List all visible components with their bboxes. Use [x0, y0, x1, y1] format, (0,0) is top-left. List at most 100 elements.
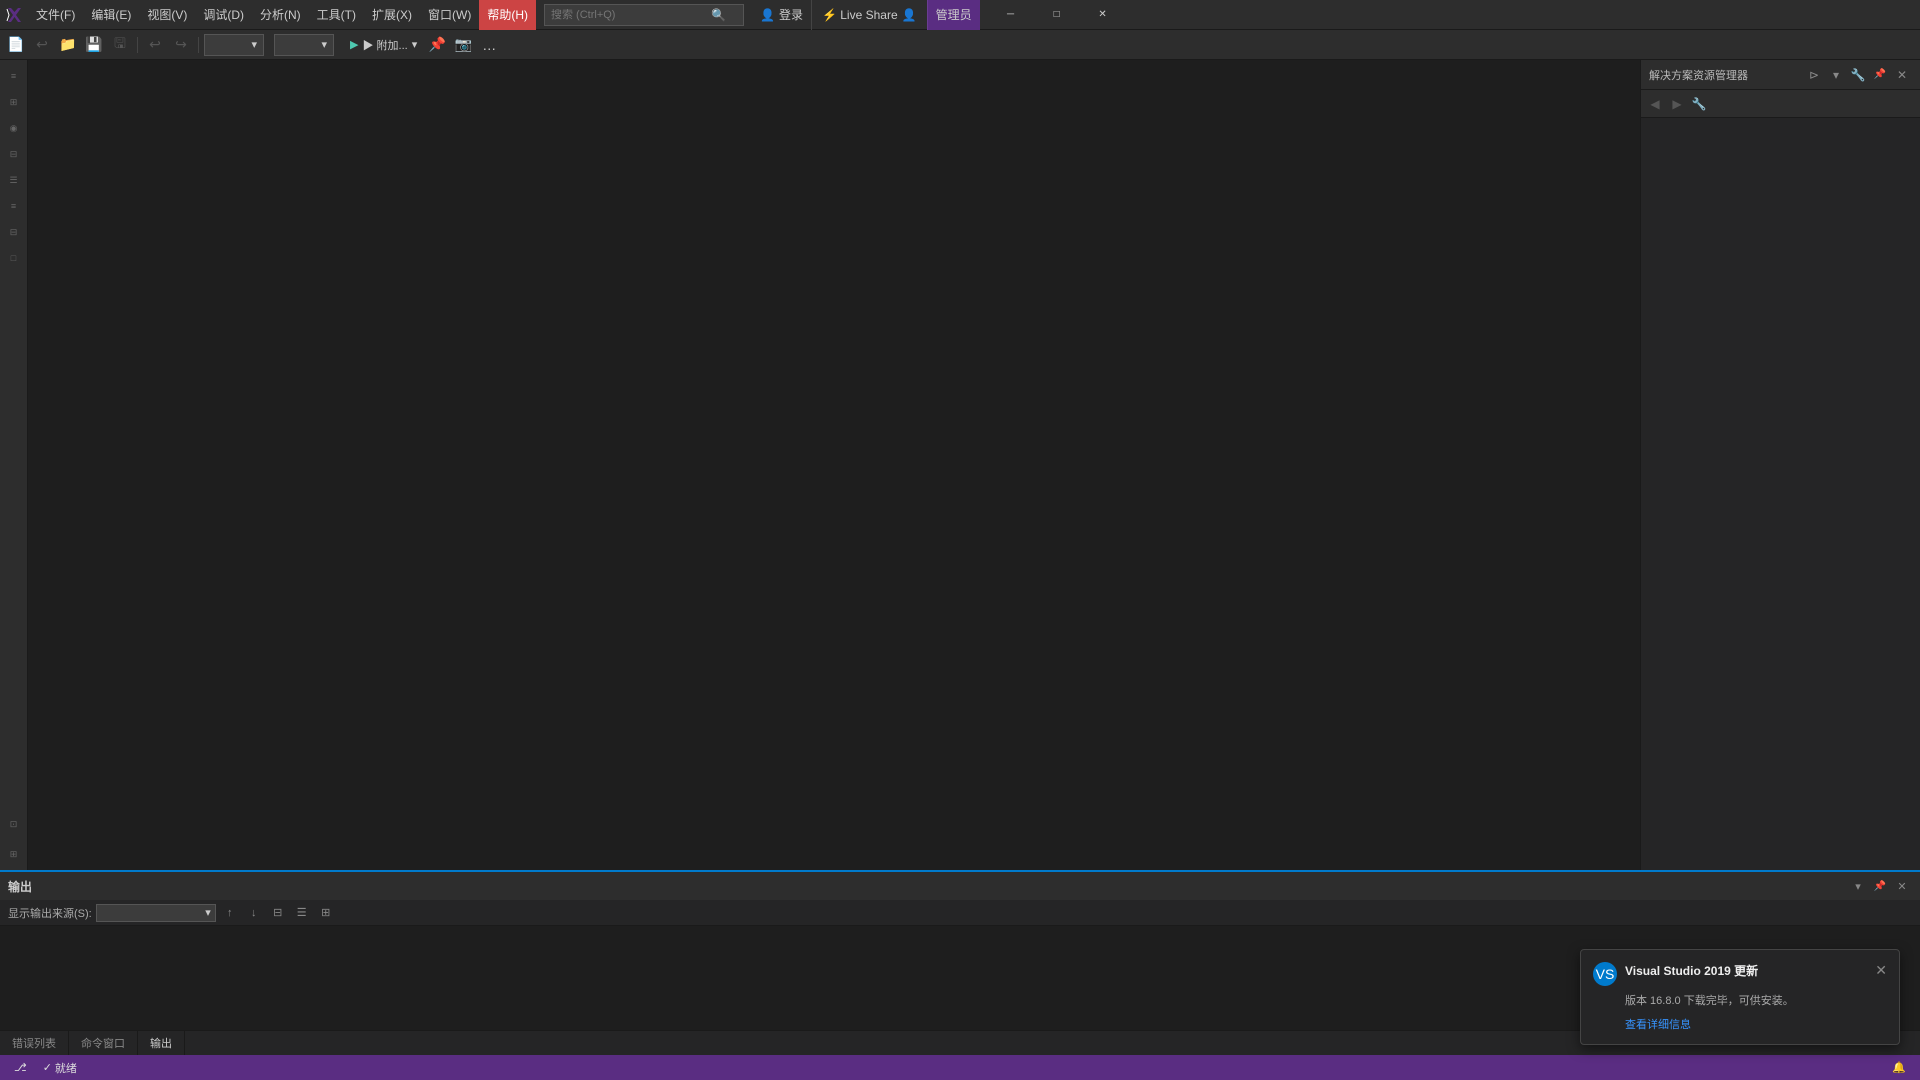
panel-toolbar-props[interactable]: 🔧 — [1689, 94, 1709, 114]
source-chevron: ▾ — [205, 906, 211, 919]
right-panel: 解决方案资源管理器 ⊳ ▾ 🔧 📌 ✕ ◀ ▶ 🔧 — [1640, 60, 1920, 870]
toolbar-separator-1 — [137, 37, 138, 53]
ready-label: 就绪 — [55, 1060, 77, 1076]
output-close-btn[interactable]: ✕ — [1892, 876, 1912, 896]
status-ready[interactable]: ✓ 就绪 — [37, 1055, 83, 1080]
platform-chevron: ▾ — [321, 38, 327, 51]
live-share-label: ⚡ Live Share — [822, 8, 898, 22]
output-toolbar: 显示输出来源(S): ▾ ↑ ↓ ⊟ ☰ ⊞ — [0, 900, 1920, 926]
maximize-button[interactable]: □ — [1034, 0, 1080, 30]
status-branch-icon[interactable]: ⎇ — [8, 1055, 33, 1080]
menu-analyze[interactable]: 分析(N) — [252, 0, 309, 30]
sidebar-icon-2[interactable]: ⊞ — [2, 90, 26, 114]
output-pin-btn[interactable]: 📌 — [1870, 876, 1890, 896]
search-box[interactable]: 🔍 — [544, 4, 744, 26]
search-icon[interactable]: 🔍 — [711, 8, 726, 22]
menu-tools[interactable]: 工具(T) — [309, 0, 364, 30]
notif-vs-icon: VS — [1593, 962, 1617, 986]
tab-errors[interactable]: 错误列表 — [0, 1031, 69, 1056]
menu-file[interactable]: 文件(F) — [28, 0, 83, 30]
feedback-label: 管理员 — [936, 6, 972, 23]
menu-edit[interactable]: 编辑(E) — [83, 0, 139, 30]
panel-title: 解决方案资源管理器 — [1649, 67, 1748, 83]
left-icon-panel — [0, 60, 28, 68]
toolbar-more[interactable]: … — [477, 33, 501, 57]
run-attach-button[interactable]: ▶ ▶ 附加... ▾ — [344, 34, 423, 56]
sidebar-icon-4[interactable]: ⊟ — [2, 142, 26, 166]
output-toolbar-btn4[interactable]: ☰ — [292, 903, 312, 923]
sidebar-icon-3[interactable]: ◉ — [2, 116, 26, 140]
toolbar-pin[interactable]: 📌 — [425, 33, 449, 57]
sidebar-icon-bottom-2[interactable]: ⊞ — [2, 842, 26, 866]
main-content: ≡ ⊞ ◉ ⊟ ☰ ≡ ⊟ □ ⊡ ⊞ 解决方案资源管理器 ⊳ ▾ 🔧 📌 ✕ … — [0, 60, 1920, 870]
app-icon — [4, 5, 24, 25]
status-bar: ⎇ ✓ 就绪 🔔 — [0, 1055, 1920, 1080]
toolbar-undo-btn[interactable]: ↩ — [143, 33, 167, 57]
source-label: 显示输出来源(S): — [8, 905, 92, 921]
tab-cmd[interactable]: 命令窗口 — [69, 1031, 138, 1056]
notif-action: 查看详细信息 — [1625, 1016, 1887, 1032]
menu-extensions[interactable]: 扩展(X) — [364, 0, 420, 30]
toolbar-new-project[interactable]: 📄 — [4, 33, 28, 57]
panel-pin-btn[interactable]: 📌 — [1870, 65, 1890, 85]
toolbar-save-all[interactable]: 🖫 — [108, 33, 132, 57]
status-notification-icon[interactable]: 🔔 — [1886, 1055, 1912, 1080]
menu-debug[interactable]: 调试(D) — [195, 0, 252, 30]
config-chevron: ▾ — [251, 38, 257, 51]
toolbar-open[interactable]: 📁 — [56, 33, 80, 57]
output-controls: ▾ 📌 ✕ — [1848, 876, 1912, 896]
menu-bar: 文件(F) 编辑(E) 视图(V) 调试(D) 分析(N) 工具(T) 扩展(X… — [0, 0, 1920, 30]
status-right: 🔔 — [1886, 1055, 1912, 1080]
sidebar-icon-bottom-1[interactable]: ⊡ — [2, 812, 26, 836]
output-toolbar-btn1[interactable]: ↑ — [220, 903, 240, 923]
output-title: 输出 — [8, 878, 32, 895]
search-input[interactable] — [551, 9, 711, 21]
menu-help[interactable]: 帮助(H) — [479, 0, 536, 30]
login-button[interactable]: 👤 登录 — [752, 0, 811, 30]
notif-title: Visual Studio 2019 更新 — [1625, 962, 1758, 979]
live-share-button[interactable]: ⚡ Live Share 👤 — [811, 0, 927, 30]
panel-wrench-btn[interactable]: 🔧 — [1848, 65, 1868, 85]
panel-toolbar-back[interactable]: ◀ — [1645, 94, 1665, 114]
sidebar-icon-6[interactable]: ≡ — [2, 194, 26, 218]
window-controls: ─ □ ✕ — [988, 0, 1126, 30]
output-chevron-btn[interactable]: ▾ — [1848, 876, 1868, 896]
toolbar: 📄 ↩ 📁 💾 🖫 ↩ ↪ ▾ ▾ ▶ ▶ 附加... ▾ 📌 📷 … — [0, 30, 1920, 60]
close-button[interactable]: ✕ — [1080, 0, 1126, 30]
output-toolbar-btn5[interactable]: ⊞ — [316, 903, 336, 923]
user-icon: 👤 — [760, 8, 775, 22]
toolbar-config-dropdown[interactable]: ▾ — [204, 34, 264, 56]
toolbar-platform-dropdown[interactable]: ▾ — [274, 34, 334, 56]
toolbar-save[interactable]: 💾 — [82, 33, 106, 57]
minimize-button[interactable]: ─ — [988, 0, 1034, 30]
sidebar-icon-7[interactable]: ⊟ — [2, 220, 26, 244]
panel-toolbar-forward[interactable]: ▶ — [1667, 94, 1687, 114]
feedback-button[interactable]: 管理员 — [927, 0, 980, 30]
menu-window[interactable]: 窗口(W) — [420, 0, 479, 30]
sidebar-icon-8[interactable]: □ — [2, 246, 26, 270]
notif-body: 版本 16.8.0 下载完毕，可供安装。 — [1625, 992, 1887, 1008]
notification-toast: VS Visual Studio 2019 更新 ✕ 版本 16.8.0 下载完… — [1580, 949, 1900, 1045]
toolbar-camera[interactable]: 📷 — [451, 33, 475, 57]
toolbar-redo-btn[interactable]: ↪ — [169, 33, 193, 57]
panel-chevron-btn[interactable]: ⊳ — [1804, 65, 1824, 85]
panel-collapse-btn[interactable]: ▾ — [1826, 65, 1846, 85]
panel-close-btn[interactable]: ✕ — [1892, 65, 1912, 85]
toolbar-undo[interactable]: ↩ — [30, 33, 54, 57]
branch-icon: ⎇ — [14, 1061, 27, 1074]
notif-close-button[interactable]: ✕ — [1875, 962, 1887, 979]
panel-content — [1641, 118, 1920, 870]
toolbar-separator-2 — [198, 37, 199, 53]
notif-action-link[interactable]: 查看详细信息 — [1625, 1019, 1691, 1031]
sidebar-icon-5[interactable]: ☰ — [2, 168, 26, 192]
editor-area — [28, 60, 1640, 870]
notif-header: VS Visual Studio 2019 更新 ✕ — [1593, 962, 1887, 986]
source-select[interactable]: ▾ — [96, 904, 216, 922]
output-header: 输出 ▾ 📌 ✕ — [0, 872, 1920, 900]
tab-output[interactable]: 输出 — [138, 1031, 185, 1056]
login-label: 登录 — [779, 6, 803, 23]
output-toolbar-btn3[interactable]: ⊟ — [268, 903, 288, 923]
left-sidebar: ≡ ⊞ ◉ ⊟ ☰ ≡ ⊟ □ ⊡ ⊞ — [0, 60, 28, 870]
menu-view[interactable]: 视图(V) — [139, 0, 195, 30]
output-toolbar-btn2[interactable]: ↓ — [244, 903, 264, 923]
